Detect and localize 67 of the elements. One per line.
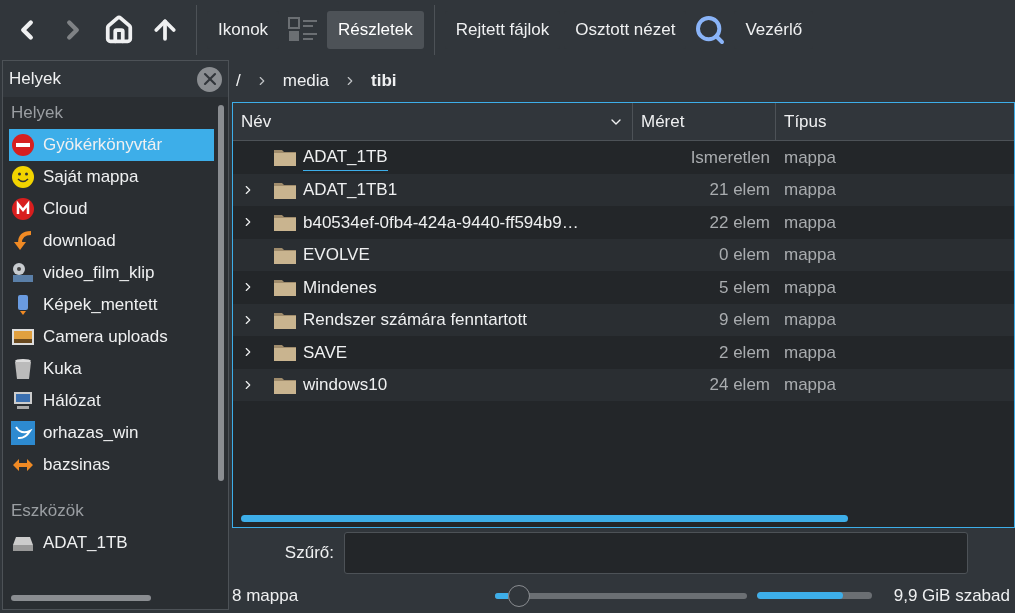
size-cell-text: 5 elem <box>717 276 771 299</box>
size-cell-text: 21 elem <box>708 179 771 201</box>
size-cell-text: 22 elem <box>708 211 771 234</box>
file-name: EVOLVE <box>303 244 370 266</box>
type-cell-text: mappa <box>783 244 836 266</box>
file-name: ADAT_1TB <box>303 144 388 171</box>
filter-field[interactable] <box>344 532 968 574</box>
panel-title: Helyek <box>9 68 61 91</box>
place-item[interactable]: video_film_klip <box>9 257 214 289</box>
file-row[interactable]: EVOLVE 0 elem mappa <box>233 238 1014 271</box>
place-item[interactable]: download <box>9 225 214 257</box>
column-header[interactable]: Típus <box>776 103 1014 140</box>
folder-icon <box>273 212 297 233</box>
section-heading: Eszközök <box>10 500 85 523</box>
place-item[interactable]: orhazas_win <box>9 417 214 449</box>
breadcrumb-item[interactable]: / <box>236 68 241 94</box>
file-name: SAVE <box>303 341 348 364</box>
type-cell-text: mappa <box>783 341 836 364</box>
horizontal-scrollbar[interactable] <box>11 595 151 601</box>
place-item[interactable]: Saját mappa <box>9 161 214 193</box>
size-cell-text: 9 elem <box>717 309 771 331</box>
smiley-icon <box>11 165 35 189</box>
place-item[interactable]: Kuka <box>9 353 214 385</box>
type-cell-text: mappa <box>783 374 836 396</box>
type-cell-text: mappa <box>783 276 836 299</box>
folder-icon <box>273 147 297 168</box>
place-item[interactable]: Képek_mentett <box>9 289 214 321</box>
breadcrumb-item[interactable]: tibi <box>371 68 397 94</box>
close-icon[interactable] <box>197 66 222 92</box>
place-item[interactable]: bazsinas <box>9 449 214 481</box>
place-item[interactable]: Cloud <box>9 193 214 225</box>
column-header[interactable]: Név <box>233 103 633 140</box>
file-name: windows10 <box>303 374 388 396</box>
size-cell-text: Ismeretlen <box>689 146 771 169</box>
horizontal-scrollbar[interactable] <box>241 514 848 522</box>
size-cell-text: 2 elem <box>717 341 771 364</box>
breadcrumb-item[interactable]: media <box>282 68 330 94</box>
type-cell-text: mappa <box>783 146 836 169</box>
toolbar-button[interactable]: Részletek <box>327 11 424 49</box>
folder-icon <box>273 277 297 298</box>
zoom-slider[interactable] <box>495 592 747 599</box>
free-space: 9,9 GiB szabad <box>893 584 1010 607</box>
size-cell-text: 24 elem <box>708 374 771 396</box>
type-cell-text: mappa <box>783 211 836 234</box>
file-row[interactable]: windows10 24 elem mappa <box>233 368 1014 401</box>
section-heading: Helyek <box>10 102 64 125</box>
file-name: ADAT_1TB1 <box>303 179 398 201</box>
file-row[interactable]: ADAT_1TB1 21 elem mappa <box>233 173 1014 206</box>
place-item[interactable]: Camera uploads <box>9 321 214 353</box>
type-cell-text: mappa <box>783 309 836 331</box>
no-entry-icon <box>11 133 35 157</box>
file-name: Mindenes <box>303 276 377 299</box>
vertical-scrollbar[interactable] <box>218 105 224 481</box>
size-cell-text: 0 elem <box>717 244 771 266</box>
type-cell-text: mappa <box>783 179 836 201</box>
place-item[interactable]: Hálózat <box>9 385 214 417</box>
place-item[interactable]: ADAT_1TB <box>9 527 214 559</box>
file-name: b40534ef-0fb4-424a-9440-ff594b9… <box>303 211 579 234</box>
column-header[interactable]: Méret <box>633 103 776 140</box>
film-reel-icon <box>11 261 35 285</box>
m-logo-icon <box>11 197 35 221</box>
file-name: Rendszer számára fenntartott <box>303 309 527 331</box>
filter-label: Szűrő: <box>283 542 334 565</box>
folder-icon <box>273 342 297 363</box>
file-row[interactable]: Rendszer számára fenntartott 9 elem mappa <box>233 303 1014 336</box>
slider-thumb[interactable] <box>507 584 530 607</box>
status-summary: 8 mappa <box>232 584 300 607</box>
